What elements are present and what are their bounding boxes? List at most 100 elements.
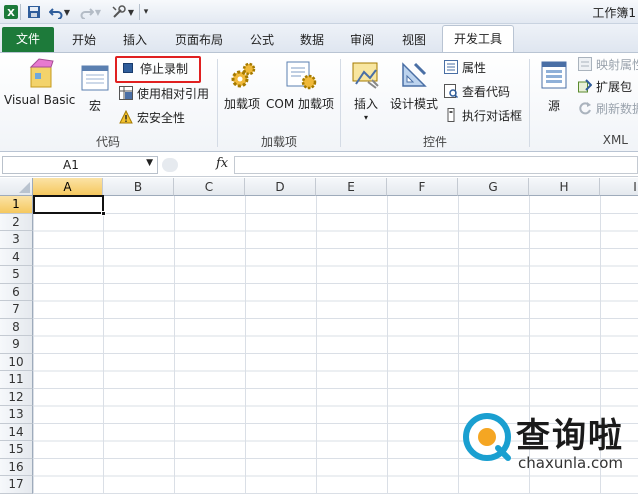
addins-label: 加载项 bbox=[223, 97, 260, 111]
insert-control-button[interactable]: 插入 ▾ bbox=[346, 57, 386, 129]
redo-dropdown-icon[interactable]: ▼ bbox=[93, 3, 103, 21]
properties-icon bbox=[444, 60, 458, 74]
properties-label: 属性 bbox=[462, 61, 487, 75]
column-header-d[interactable]: D bbox=[245, 178, 316, 196]
warning-icon bbox=[119, 110, 133, 124]
formula-bar: A1 ▼ fx bbox=[0, 153, 638, 177]
design-mode-button[interactable]: 设计模式 bbox=[390, 57, 438, 117]
ribbon: Visual Basic 宏 停止录制 使用相对引用 宏安全性 代码 加载项 C… bbox=[0, 52, 638, 152]
row-header[interactable]: 2 bbox=[0, 213, 33, 231]
view-code-label: 查看代码 bbox=[462, 85, 511, 99]
relative-reference-icon bbox=[119, 86, 133, 100]
row-header[interactable]: 1 bbox=[0, 196, 33, 214]
refresh-icon bbox=[579, 102, 591, 115]
run-dialog-button[interactable]: 执行对话框 bbox=[444, 106, 522, 126]
select-all-corner[interactable] bbox=[0, 178, 33, 196]
column-header-h[interactable]: H bbox=[529, 178, 600, 196]
visual-basic-button[interactable]: Visual Basic bbox=[4, 57, 75, 117]
row-header[interactable]: 13 bbox=[0, 406, 33, 424]
xml-source-label: 源 bbox=[547, 99, 560, 113]
tab-developer[interactable]: 开发工具 bbox=[442, 25, 514, 53]
row-header[interactable]: 7 bbox=[0, 301, 33, 319]
row-header[interactable]: 5 bbox=[0, 266, 33, 284]
formula-expand-icon[interactable] bbox=[162, 158, 178, 172]
row-header[interactable]: 9 bbox=[0, 336, 33, 354]
refresh-data-label: 刷新数据 bbox=[596, 102, 638, 116]
row-header[interactable]: 6 bbox=[0, 283, 33, 301]
svg-text:X: X bbox=[7, 8, 15, 19]
addins-group-label: 加载项 bbox=[260, 135, 297, 149]
tab-home[interactable]: 开始 bbox=[62, 28, 106, 52]
com-addins-button[interactable]: COM 加载项 bbox=[265, 57, 335, 117]
code-group-label: 代码 bbox=[95, 135, 120, 149]
run-dialog-icon bbox=[447, 108, 455, 122]
qa-separator bbox=[139, 4, 140, 20]
ribbon-tab-bar: 文件 开始 插入 页面布局 公式 数据 审阅 视图 开发工具 bbox=[0, 24, 638, 53]
xml-source-icon bbox=[541, 61, 567, 89]
com-addins-label: COM 加载项 bbox=[266, 97, 334, 111]
row-header[interactable]: 14 bbox=[0, 423, 33, 441]
insert-function-icon[interactable]: fx bbox=[216, 156, 228, 171]
tab-insert[interactable]: 插入 bbox=[113, 28, 157, 52]
addins-button[interactable]: 加载项 bbox=[221, 57, 263, 117]
relative-reference-label: 使用相对引用 bbox=[137, 87, 210, 101]
save-icon[interactable] bbox=[25, 3, 43, 21]
column-header-e[interactable]: E bbox=[316, 178, 387, 196]
stop-recording-label: 停止录制 bbox=[140, 62, 189, 76]
macros-button[interactable]: 宏 bbox=[78, 57, 112, 117]
row-header[interactable]: 16 bbox=[0, 458, 33, 476]
tab-formulas[interactable]: 公式 bbox=[240, 28, 284, 52]
tab-review[interactable]: 审阅 bbox=[340, 28, 384, 52]
row-header[interactable]: 4 bbox=[0, 248, 33, 266]
macro-security-label: 宏安全性 bbox=[137, 111, 186, 125]
tools-dropdown-icon[interactable]: ▼ bbox=[126, 3, 136, 21]
view-code-icon bbox=[444, 84, 458, 98]
column-header-i[interactable]: I bbox=[600, 178, 638, 196]
insert-dropdown-icon: ▾ bbox=[363, 113, 368, 122]
expansion-packs-button[interactable]: 扩展包 bbox=[578, 77, 632, 97]
column-header-b[interactable]: B bbox=[103, 178, 174, 196]
tab-view[interactable]: 视图 bbox=[392, 28, 436, 52]
relative-reference-button[interactable]: 使用相对引用 bbox=[119, 84, 209, 104]
row-header[interactable]: 15 bbox=[0, 441, 33, 459]
gear-icon bbox=[231, 62, 256, 88]
column-header-c[interactable]: C bbox=[174, 178, 245, 196]
column-header-f[interactable]: F bbox=[387, 178, 458, 196]
row-header[interactable]: 17 bbox=[0, 476, 33, 494]
qa-separator bbox=[20, 4, 21, 20]
tab-file[interactable]: 文件 bbox=[2, 27, 54, 52]
row-header[interactable]: 3 bbox=[0, 231, 33, 249]
column-header-a[interactable]: A bbox=[33, 178, 103, 196]
column-header-g[interactable]: G bbox=[458, 178, 529, 196]
undo-dropdown-icon[interactable]: ▼ bbox=[62, 3, 72, 21]
stop-recording-button[interactable]: 停止录制 bbox=[121, 59, 188, 79]
row-header[interactable]: 11 bbox=[0, 371, 33, 389]
map-properties-button[interactable]: 映射属性 bbox=[578, 55, 638, 75]
refresh-data-button[interactable]: 刷新数据 bbox=[578, 99, 638, 119]
properties-button[interactable]: 属性 bbox=[444, 58, 486, 78]
formula-input[interactable] bbox=[234, 156, 638, 174]
selected-cell[interactable] bbox=[33, 195, 106, 216]
controls-group-label: 控件 bbox=[422, 135, 447, 149]
view-code-button[interactable]: 查看代码 bbox=[444, 82, 510, 102]
xml-source-button[interactable]: 源 bbox=[534, 57, 574, 117]
tab-data[interactable]: 数据 bbox=[290, 28, 334, 52]
row-header[interactable]: 8 bbox=[0, 318, 33, 336]
row-header[interactable]: 12 bbox=[0, 388, 33, 406]
tab-page-layout[interactable]: 页面布局 bbox=[166, 28, 232, 52]
watermark: 查询啦 chaxunla.com bbox=[462, 408, 638, 480]
row-header[interactable]: 10 bbox=[0, 353, 33, 371]
expansion-packs-icon bbox=[578, 79, 592, 93]
fill-handle[interactable] bbox=[101, 211, 106, 216]
macros-icon bbox=[81, 65, 109, 91]
watermark-brand: 查询啦 bbox=[516, 416, 624, 456]
excel-app-icon[interactable]: X bbox=[2, 3, 20, 21]
customize-quick-access-icon[interactable]: ▾ bbox=[141, 3, 151, 21]
run-dialog-label: 执行对话框 bbox=[462, 109, 523, 123]
formula-controls: fx bbox=[160, 156, 228, 174]
title-bar: X ▼ ▼ ▼ ▾ 工作簿1 bbox=[0, 0, 638, 24]
insert-control-icon bbox=[352, 62, 379, 89]
name-box[interactable]: A1 ▼ bbox=[2, 156, 158, 174]
macro-security-button[interactable]: 宏安全性 bbox=[119, 108, 185, 128]
name-box-dropdown-icon[interactable]: ▼ bbox=[146, 158, 153, 168]
